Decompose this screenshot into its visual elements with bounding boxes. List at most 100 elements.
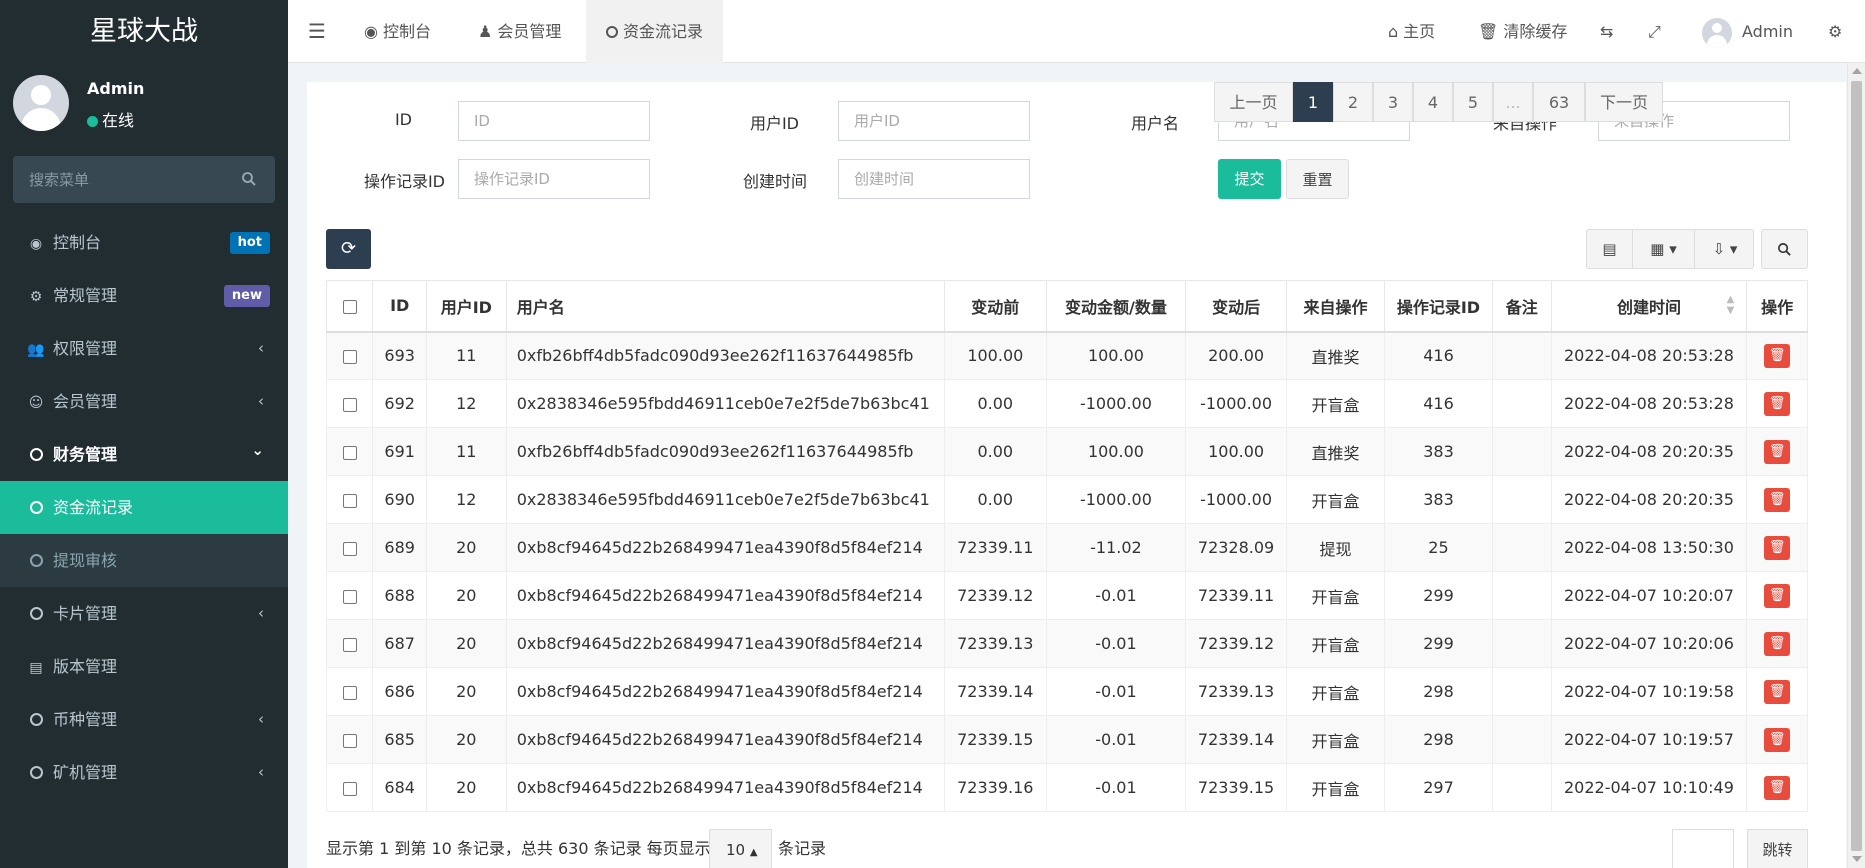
sidebar-item-permissions[interactable]: 👥 权限管理 ‹	[0, 322, 288, 375]
col-id[interactable]: ID	[372, 280, 427, 333]
table-row[interactable]: 684 20 0xb8cf94645d22b268499471ea4390f8d5f…	[325, 763, 1808, 812]
sidebar-item-miners[interactable]: 矿机管理 ‹	[0, 746, 288, 799]
row-checkbox[interactable]	[325, 619, 374, 668]
sidebar-item-cards[interactable]: 卡片管理 ‹	[0, 587, 288, 640]
search-toggle-button[interactable]	[1762, 230, 1807, 268]
delete-button[interactable]: 🗑	[1764, 439, 1791, 464]
reset-button[interactable]: 重置	[1286, 159, 1349, 199]
tab-fund-flow[interactable]: 资金流记录	[586, 0, 724, 63]
filter-user-id-input[interactable]	[838, 101, 1030, 141]
scroll-up-icon[interactable]	[1852, 68, 1862, 74]
table-row[interactable]: 687 20 0xb8cf94645d22b268499471ea4390f8d5f…	[325, 619, 1808, 668]
delete-button[interactable]: 🗑	[1764, 487, 1791, 512]
circle-icon	[27, 748, 45, 801]
delete-button[interactable]: 🗑	[1764, 535, 1791, 560]
jump-button[interactable]: 跳转	[1747, 829, 1808, 868]
table-row[interactable]: 686 20 0xb8cf94645d22b268499471ea4390f8d5f…	[325, 667, 1808, 716]
page-button[interactable]: 1	[1293, 82, 1333, 122]
table-row[interactable]: 689 20 0xb8cf94645d22b268499471ea4390f8d5f…	[325, 523, 1808, 572]
next-page-button[interactable]: 下一页	[1585, 82, 1663, 122]
filter-id-input[interactable]	[458, 101, 650, 141]
sidebar-item-withdraw-review[interactable]: 提现审核	[0, 534, 288, 587]
table-row[interactable]: 692 12 0x2838346e595fbdd46911ceb0e7e2f5de7…	[325, 379, 1808, 428]
settings-gear-icon[interactable]: ⚙	[1828, 0, 1842, 63]
cell-created: 2022-04-07 10:20:06	[1550, 619, 1748, 668]
row-checkbox[interactable]	[325, 331, 374, 380]
cell-source: 直推奖	[1286, 331, 1385, 380]
scroll-thumb[interactable]	[1851, 81, 1862, 851]
search-icon[interactable]	[241, 171, 257, 187]
fullscreen-icon[interactable]: ⤢	[1648, 0, 1661, 63]
cell-after: -1000.00	[1185, 475, 1288, 524]
tab-dashboard[interactable]: ◉ 控制台	[364, 0, 431, 63]
clear-cache-button[interactable]: 🗑 清除缓存	[1478, 0, 1567, 63]
cell-username: 0xb8cf94645d22b268499471ea4390f8d5f84ef2…	[505, 619, 945, 668]
page-button[interactable]: 63	[1533, 82, 1585, 122]
prev-page-button[interactable]: 上一页	[1214, 82, 1293, 122]
home-link[interactable]: ⌂ 主页	[1388, 0, 1435, 63]
row-checkbox[interactable]	[325, 427, 374, 476]
delete-button[interactable]: 🗑	[1764, 583, 1791, 608]
row-checkbox[interactable]	[325, 379, 374, 428]
col-remark[interactable]: 备注	[1491, 280, 1552, 333]
row-checkbox[interactable]	[325, 475, 374, 524]
row-checkbox[interactable]	[325, 571, 374, 620]
row-checkbox[interactable]	[325, 523, 374, 572]
columns-button[interactable]: ▦ ▾	[1633, 230, 1695, 268]
col-source[interactable]: 来自操作	[1286, 280, 1385, 333]
delete-button[interactable]: 🗑	[1764, 679, 1791, 704]
page-button[interactable]: 3	[1373, 82, 1413, 122]
col-username[interactable]: 用户名	[505, 280, 945, 333]
page-button[interactable]: 4	[1413, 82, 1453, 122]
table-row[interactable]: 685 20 0xb8cf94645d22b268499471ea4390f8d5f…	[325, 715, 1808, 764]
sidebar-item-general[interactable]: ⚙ 常规管理 new	[0, 269, 288, 322]
page-button[interactable]: 2	[1333, 82, 1373, 122]
chevron-left-icon: ‹	[258, 339, 264, 357]
language-icon[interactable]: ⇆	[1600, 0, 1613, 63]
sidebar-item-dashboard[interactable]: ◉ 控制台 hot	[0, 216, 288, 269]
delete-button[interactable]: 🗑	[1764, 727, 1791, 752]
export-button[interactable]: ⇩ ▾	[1695, 230, 1755, 268]
col-user-id[interactable]: 用户ID	[425, 280, 507, 333]
col-amount[interactable]: 变动金额/数量	[1045, 280, 1187, 333]
tab-members[interactable]: ♟ 会员管理	[478, 0, 561, 63]
jump-page-input[interactable]	[1672, 829, 1734, 868]
row-checkbox[interactable]	[325, 715, 374, 764]
user-name: Admin	[87, 79, 145, 98]
table-row[interactable]: 691 11 0xfb26bff4db5fadc090d93ee262f116376…	[325, 427, 1808, 476]
sidebar-item-versions[interactable]: ▤ 版本管理	[0, 640, 288, 693]
delete-button[interactable]: 🗑	[1764, 775, 1791, 800]
scroll-down-icon[interactable]	[1852, 856, 1862, 862]
filter-created-input[interactable]	[838, 159, 1030, 199]
col-created[interactable]: 创建时间 ▲ ▼	[1550, 280, 1748, 333]
chevron-left-icon: ‹	[258, 392, 264, 410]
page-size-select[interactable]: 10 ▲	[709, 829, 772, 868]
sidebar-item-members[interactable]: ☺ 会员管理 ‹	[0, 375, 288, 428]
select-all-checkbox[interactable]	[325, 280, 374, 333]
delete-button[interactable]: 🗑	[1764, 391, 1791, 416]
menu-toggle-icon[interactable]: ☰	[308, 0, 326, 63]
table-row[interactable]: 690 12 0x2838346e595fbdd46911ceb0e7e2f5de7…	[325, 475, 1808, 524]
brand-logo[interactable]: 星球大战	[0, 0, 288, 63]
sidebar-search-input[interactable]	[13, 156, 213, 203]
sidebar-item-currencies[interactable]: 币种管理 ‹	[0, 693, 288, 746]
filter-record-id-input[interactable]	[458, 159, 650, 199]
row-checkbox[interactable]	[325, 763, 374, 812]
page-scrollbar[interactable]	[1847, 63, 1865, 868]
submit-button[interactable]: 提交	[1218, 159, 1281, 199]
table-row[interactable]: 693 11 0xfb26bff4db5fadc090d93ee262f116376…	[325, 331, 1808, 380]
page-button[interactable]: 5	[1453, 82, 1493, 122]
col-before[interactable]: 变动前	[943, 280, 1047, 333]
toggle-view-button[interactable]: ▤	[1587, 230, 1633, 268]
admin-menu[interactable]: Admin	[1702, 0, 1793, 63]
sidebar-item-finance[interactable]: 财务管理 ⌄	[0, 428, 288, 481]
delete-button[interactable]: 🗑	[1764, 631, 1791, 656]
col-after[interactable]: 变动后	[1185, 280, 1288, 333]
sidebar-item-fund-flow[interactable]: 资金流记录	[0, 481, 288, 534]
table-row[interactable]: 688 20 0xb8cf94645d22b268499471ea4390f8d5f…	[325, 571, 1808, 620]
row-checkbox[interactable]	[325, 667, 374, 716]
filter-label-record-id: 操作记录ID	[363, 172, 445, 191]
col-record-id[interactable]: 操作记录ID	[1383, 280, 1493, 333]
delete-button[interactable]: 🗑	[1764, 343, 1791, 368]
refresh-button[interactable]: ⟳	[326, 229, 371, 269]
